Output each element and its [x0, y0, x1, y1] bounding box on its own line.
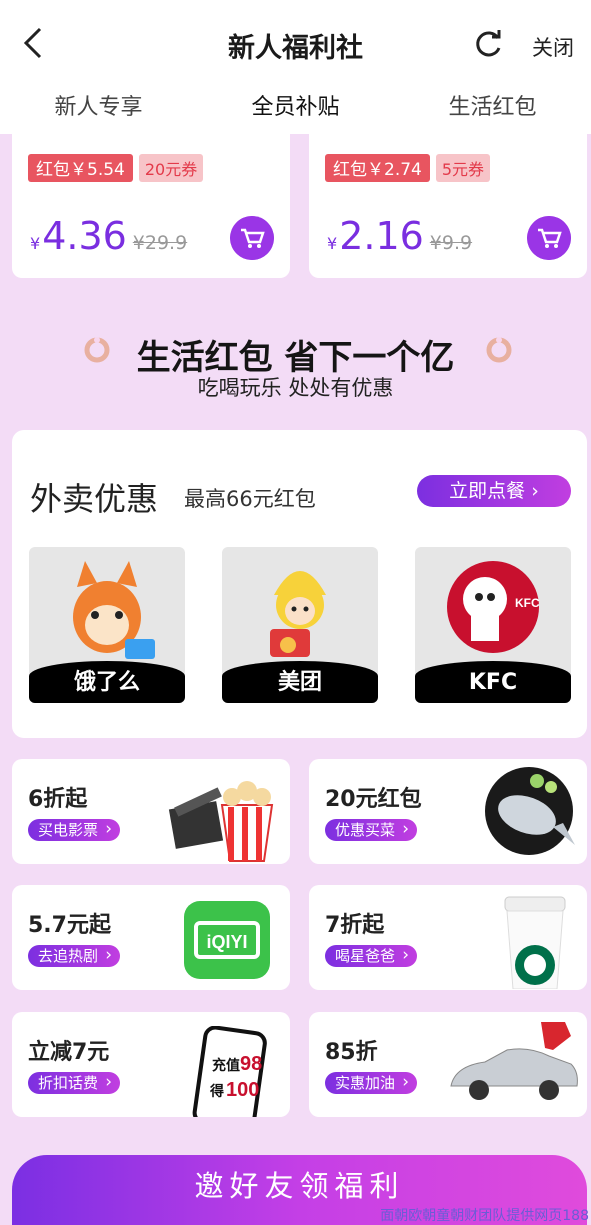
cart-icon[interactable]	[527, 216, 571, 260]
deal-card-movie[interactable]: 6折起 买电影票	[12, 759, 290, 864]
deal-title: 6折起	[28, 787, 88, 812]
takeout-section: 外卖优惠 最高66元红包 立即点餐 › 饿了么 美团 KFC KFC	[12, 430, 587, 738]
meituan-mascot-icon	[270, 571, 326, 657]
cart-icon[interactable]	[230, 216, 274, 260]
tab-newcomer[interactable]: 新人专享	[0, 88, 197, 134]
deal-button[interactable]: 喝星爸爸	[325, 944, 418, 967]
kfc-logo-text: KFC	[515, 596, 540, 610]
phone-text-num2: 100	[226, 1079, 259, 1101]
phone-text-line2: 得	[209, 1083, 224, 1099]
iqiyi-logo-icon: iQIYI	[184, 901, 270, 979]
deal-button[interactable]: 实惠加油	[325, 1071, 418, 1094]
deal-card-fuel[interactable]: 85折 实惠加油	[309, 1012, 587, 1117]
deal-button[interactable]: 去追热剧	[28, 944, 121, 967]
brand-kfc[interactable]: KFC KFC	[415, 547, 571, 703]
coupon-tag: 20元券	[138, 154, 204, 182]
deal-title: 7折起	[325, 913, 385, 938]
product-card[interactable]: 红包￥5.54 20元券 ¥ 4.36 ¥29.9	[12, 134, 290, 278]
phone-text-num1: 98	[240, 1053, 262, 1075]
fish-plate-icon	[485, 767, 575, 855]
close-button[interactable]: 关闭	[532, 32, 574, 62]
deal-card-starbucks[interactable]: 7折起 喝星爸爸	[309, 885, 587, 990]
deal-title: 立减7元	[28, 1040, 110, 1065]
price: ¥ 4.36 ¥29.9	[30, 214, 187, 258]
deal-title: 5.7元起	[28, 913, 111, 938]
deal-title: 85折	[325, 1040, 378, 1065]
brand-eleme[interactable]: 饿了么	[29, 547, 185, 703]
tab-life-redpack[interactable]: 生活红包	[394, 88, 591, 134]
redpack-tag: 红包￥5.54	[28, 154, 133, 182]
product-card[interactable]: 红包￥2.74 5元券 ¥ 2.16 ¥9.9	[309, 134, 587, 278]
redpack-tag: 红包￥2.74	[325, 154, 430, 182]
brand-meituan[interactable]: 美团	[222, 547, 378, 703]
price-value: 2.16	[339, 214, 424, 258]
deal-card-phone[interactable]: 立减7元 折扣话费 充值 98 得 100	[12, 1012, 290, 1117]
original-price: ¥29.9	[132, 232, 188, 254]
movie-popcorn-icon	[168, 781, 274, 862]
deal-title: 20元红包	[325, 787, 422, 812]
eleme-mascot-icon	[73, 561, 155, 659]
deal-button[interactable]: 折扣话费	[28, 1071, 121, 1094]
ring-icon	[486, 337, 512, 363]
iqiyi-logo-text: iQIYI	[206, 932, 247, 952]
starbucks-cup-icon	[504, 896, 566, 989]
deal-card-grocery[interactable]: 20元红包 优惠买菜	[309, 759, 587, 864]
watermark-text: 面朝欧朝童朝财团队提供网页188	[380, 1208, 589, 1224]
section-subtitle: 最高66元红包	[184, 487, 316, 511]
price-value: 4.36	[42, 214, 127, 258]
brand-label: KFC	[415, 661, 571, 703]
deal-card-drama[interactable]: 5.7元起 去追热剧 iQIYI	[12, 885, 290, 990]
currency-symbol: ¥	[30, 234, 41, 253]
refresh-icon[interactable]	[472, 28, 504, 60]
currency-symbol: ¥	[327, 234, 338, 253]
banner-subtitle: 吃喝玩乐 处处有优惠	[197, 376, 394, 400]
deal-button[interactable]: 优惠买菜	[325, 818, 418, 841]
price: ¥ 2.16 ¥9.9	[327, 214, 472, 258]
phone-text-line1: 充值	[212, 1057, 240, 1073]
category-tabs: 新人专享 全员补贴 生活红包	[0, 88, 591, 134]
car-fuel-icon	[450, 1022, 578, 1100]
original-price: ¥9.9	[429, 232, 473, 254]
kfc-logo-icon: KFC	[447, 561, 540, 653]
deal-button[interactable]: 买电影票	[28, 818, 121, 841]
order-now-button[interactable]: 立即点餐 ›	[417, 475, 571, 507]
coupon-tag: 5元券	[435, 154, 491, 182]
brand-label: 美团	[222, 661, 378, 703]
brand-label: 饿了么	[29, 661, 185, 703]
tab-subsidy[interactable]: 全员补贴	[197, 88, 394, 134]
phone-recharge-icon: 充值 98 得 100	[192, 1026, 267, 1117]
top-bar: 新人福利社 关闭	[0, 0, 591, 88]
section-title: 外卖优惠	[30, 480, 159, 518]
